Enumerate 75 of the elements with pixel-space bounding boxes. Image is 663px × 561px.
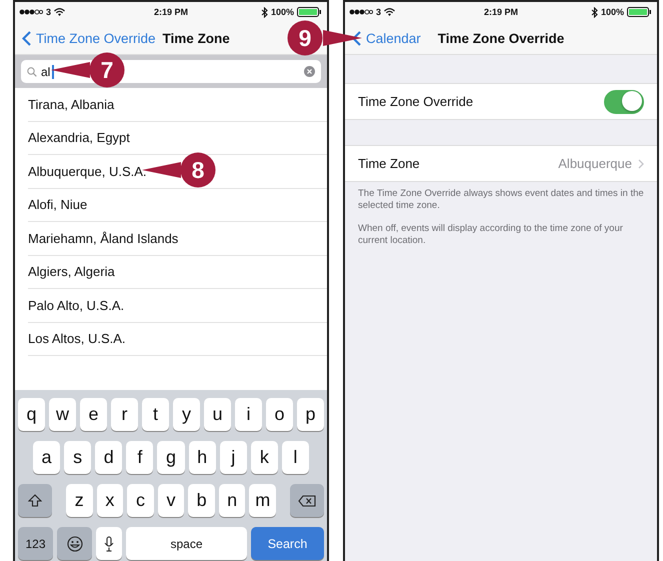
footer-note: The Time Zone Override always shows event dates and times in the selected time zone. <box>358 188 644 213</box>
letter-key[interactable]: y <box>173 398 200 431</box>
setting-label: Time Zone <box>358 156 421 171</box>
letter-key[interactable]: d <box>95 441 122 474</box>
battery-percent: 100% <box>270 7 294 17</box>
letter-key[interactable]: i <box>235 398 262 431</box>
letter-key[interactable]: z <box>66 484 93 517</box>
numbers-key[interactable]: 123 <box>18 527 53 560</box>
back-button[interactable]: Time Zone Override <box>22 30 156 46</box>
shift-arrow-icon <box>28 494 42 507</box>
step-callout: 9 <box>287 20 363 56</box>
letter-key[interactable]: u <box>204 398 231 431</box>
microphone-icon <box>104 536 114 552</box>
letter-key[interactable]: q <box>18 398 45 431</box>
settings-row[interactable]: Time Zone Albuquerque <box>345 145 657 182</box>
clear-icon[interactable] <box>304 66 315 77</box>
letter-key[interactable]: h <box>188 441 216 474</box>
microphone-key[interactable] <box>96 527 122 560</box>
letter-key[interactable]: x <box>96 484 124 517</box>
time-zone-result[interactable]: Palo Alto, U.S.A. <box>28 289 327 322</box>
search-value: al <box>41 64 50 78</box>
letter-key[interactable]: l <box>282 441 309 474</box>
time-zone-result[interactable]: Tirana, Albania <box>28 88 327 122</box>
letter-key[interactable]: w <box>49 398 76 431</box>
letter-key[interactable]: f <box>126 441 154 474</box>
letter-key[interactable]: v <box>158 484 184 517</box>
search-icon <box>27 66 37 76</box>
letter-key[interactable]: t <box>142 398 169 431</box>
setting-label: Time Zone Override <box>358 94 474 109</box>
letter-key[interactable]: o <box>266 398 293 431</box>
shift-key[interactable] <box>18 484 52 517</box>
letter-key[interactable]: j <box>220 441 247 474</box>
delete-key[interactable] <box>290 484 324 517</box>
letter-key[interactable]: n <box>218 484 246 517</box>
time-zone-result[interactable]: Algiers, Algeria <box>28 256 327 289</box>
letter-key[interactable]: p <box>297 398 324 431</box>
status-time: 2:19 PM <box>484 7 518 17</box>
bluetooth-icon <box>260 6 268 18</box>
carrier-text: 3 <box>376 7 382 17</box>
time-zone-result[interactable]: Alofi, Niue <box>28 188 327 222</box>
letter-key[interactable]: s <box>64 441 92 474</box>
wifi-icon <box>54 8 66 16</box>
smiley-icon <box>66 536 82 552</box>
letter-key[interactable]: m <box>249 484 276 517</box>
status-time: 2:19 PM <box>154 7 188 17</box>
time-zone-result[interactable]: Mariehamn, Åland Islands <box>28 222 327 256</box>
letter-key[interactable]: g <box>157 441 185 474</box>
search-key[interactable]: Search <box>251 527 324 560</box>
emoji-key[interactable] <box>57 527 92 560</box>
backspace-icon <box>298 494 316 506</box>
screen-title: Time Zone <box>162 30 230 46</box>
letter-key[interactable]: k <box>250 441 278 474</box>
setting-value: Albuquerque <box>558 156 632 171</box>
step-callout: 7 <box>50 52 126 88</box>
letter-key[interactable]: e <box>80 398 107 431</box>
screen-title: Time Zone Override <box>438 30 564 46</box>
back-chevron-icon <box>352 30 361 46</box>
bluetooth-icon <box>590 6 598 18</box>
carrier-text: 3 <box>46 7 52 17</box>
signal-icon <box>349 9 373 15</box>
battery-icon <box>627 7 653 17</box>
letter-key[interactable]: a <box>33 441 60 474</box>
letter-key[interactable]: c <box>127 484 154 517</box>
time-zone-result[interactable]: Los Altos, U.S.A. <box>28 322 327 356</box>
footer-note: When off, events will display according to the time zone of your current location. <box>358 222 624 248</box>
toggle-switch[interactable] <box>604 90 644 114</box>
wifi-icon <box>384 8 396 16</box>
back-chevron-icon <box>22 30 31 46</box>
battery-icon <box>297 7 323 17</box>
letter-key[interactable]: r <box>111 398 138 431</box>
space-key[interactable]: space <box>126 527 247 560</box>
signal-icon <box>19 9 43 15</box>
chevron-icon <box>638 158 644 168</box>
battery-percent: 100% <box>600 7 624 17</box>
letter-key[interactable]: b <box>188 484 215 517</box>
